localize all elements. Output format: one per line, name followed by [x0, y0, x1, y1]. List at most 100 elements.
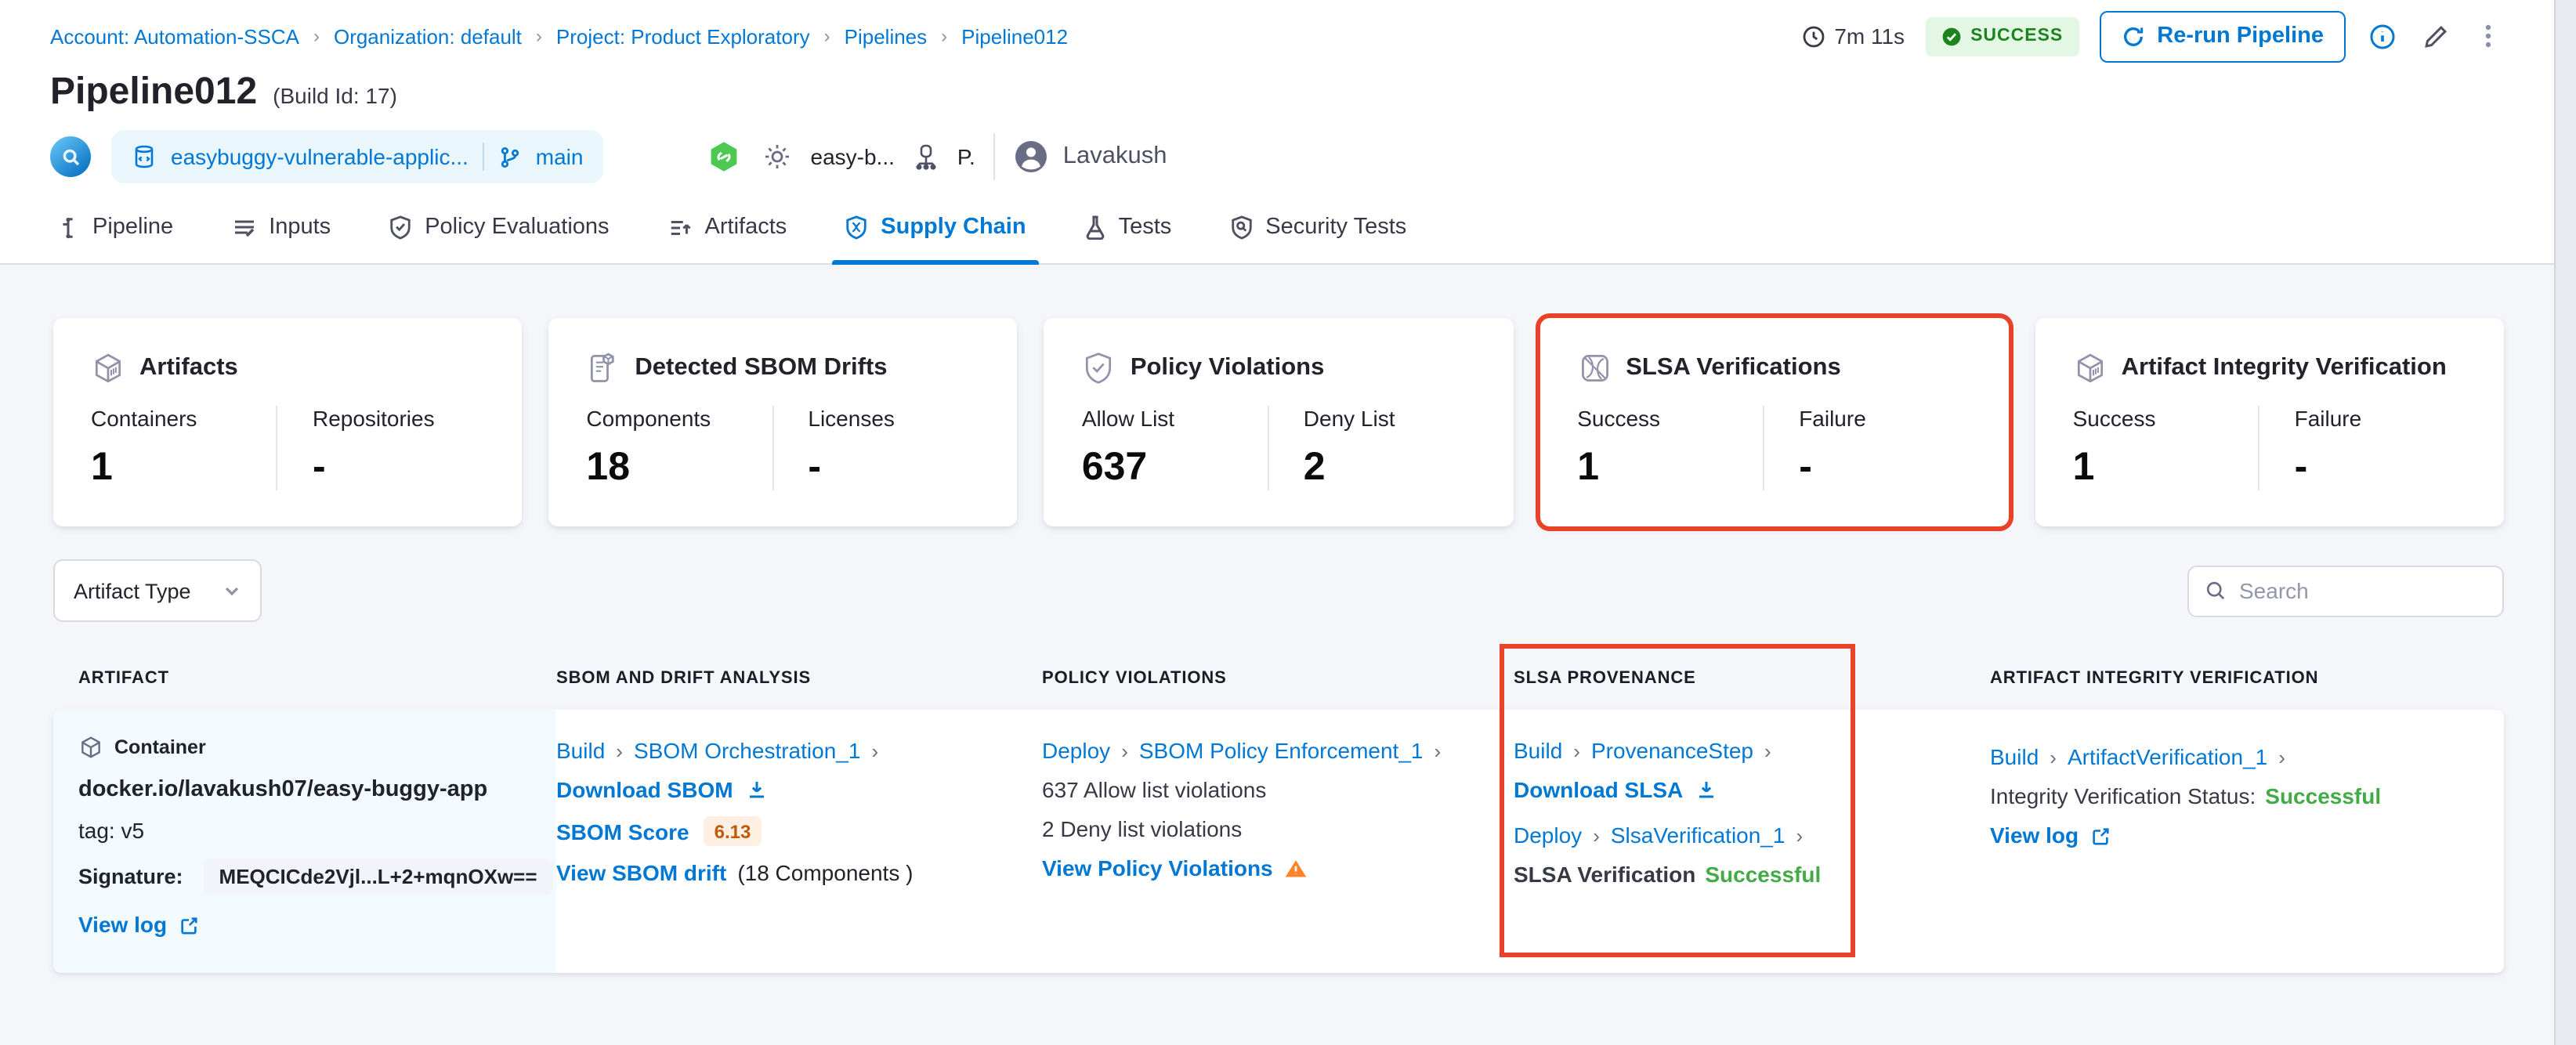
cube-icon [91, 351, 125, 385]
download-slsa-link[interactable]: Download SLSA [1514, 777, 1683, 802]
git-branch-icon [498, 145, 522, 168]
summary-cards: Artifacts Containers 1 Repositories - Dete… [53, 313, 2505, 531]
cell-slsa-provenance: Build › ProvenanceStep › Download SLSA D… [1514, 738, 1822, 887]
external-link-icon [2089, 825, 2110, 845]
view-sbom-drift-link[interactable]: View SBOM drift [556, 860, 726, 885]
sbom-step-link[interactable]: SBOM Orchestration_1 [634, 738, 860, 763]
table-header-row: ARTIFACT SBOM AND DRIFT ANALYSIS POLICY … [53, 660, 2504, 710]
clock-icon [1801, 24, 1825, 48]
metric-label: Allow List [1081, 406, 1175, 431]
tab-inputs[interactable]: Inputs [228, 193, 334, 263]
card-artifact-integrity: Artifact Integrity Verification Success 1… [2035, 318, 2505, 526]
metric-value: - [2294, 445, 2308, 489]
slsa-step1-link[interactable]: ProvenanceStep [1591, 738, 1753, 763]
user-avatar-icon [1015, 139, 1049, 174]
breadcrumb-pipeline012[interactable]: Pipeline012 [961, 24, 1068, 48]
metric-label: Success [1577, 406, 1661, 431]
card-sbom-drifts: Detected SBOM Drifts Components 18 Licens… [548, 318, 1018, 526]
signature-value[interactable]: MEQCICde2Vjl...L+2+mqnOXw== [203, 859, 553, 895]
edit-pencil-icon[interactable] [2419, 20, 2452, 52]
slsa-status-label: SLSA Verification [1514, 862, 1696, 887]
view-log-link[interactable]: View log [1990, 823, 2079, 848]
slsa-shield-icon [1577, 351, 1612, 385]
delegate-name: P. [957, 144, 975, 169]
breadcrumb-separator: › [313, 25, 320, 47]
slsa-stage2-link[interactable]: Deploy [1514, 823, 1582, 848]
breadcrumb-separator: › [535, 25, 542, 47]
download-icon [746, 779, 768, 801]
policy-stage-link[interactable]: Deploy [1042, 738, 1110, 763]
card-title: Artifacts [139, 354, 238, 381]
artifact-tag: tag: v5 [78, 818, 145, 843]
chevron-down-icon [223, 581, 241, 600]
card-slsa-verifications: SLSA Verifications Success 1 Failure - [1535, 313, 2013, 531]
search-icon [2205, 580, 2227, 602]
refresh-icon [2121, 24, 2144, 48]
integrity-stage-link[interactable]: Build [1990, 744, 2039, 769]
breadcrumb-pipelines[interactable]: Pipelines [845, 24, 928, 48]
repository-icon [132, 144, 157, 169]
rerun-pipeline-button[interactable]: Re-run Pipeline [2099, 10, 2346, 62]
metric-label: Deny List [1303, 406, 1395, 431]
column-header-artifact: ARTIFACT [78, 669, 169, 688]
sbom-score-badge: 6.13 [703, 816, 762, 846]
card-title: Detected SBOM Drifts [635, 354, 888, 381]
search-box [2187, 565, 2523, 617]
run-duration: 7m 11s [1801, 24, 1905, 49]
build-id: (Build Id: 17) [273, 83, 397, 108]
trigger-name: easy-b... [810, 144, 895, 169]
metric-value: 637 [1081, 445, 1148, 489]
kebab-menu-icon[interactable] [2473, 19, 2504, 53]
check-circle-icon [1941, 26, 1961, 46]
tab-artifacts[interactable]: Artifacts [664, 193, 791, 263]
slsa-step2-link[interactable]: SlsaVerification_1 [1611, 823, 1785, 848]
artifacts-table: ARTIFACT SBOM AND DRIFT ANALYSIS POLICY … [53, 644, 2504, 973]
tab-supply-chain[interactable]: Supply Chain [832, 193, 1038, 265]
view-policy-violations-link[interactable]: View Policy Violations [1042, 855, 1273, 880]
integrity-status-value: Successful [2265, 783, 2382, 808]
metric-label: Licenses [808, 406, 895, 431]
sbom-score-link[interactable]: SBOM Score [556, 819, 689, 844]
tab-pipeline[interactable]: Pipeline [53, 193, 176, 263]
policy-step-link[interactable]: SBOM Policy Enforcement_1 [1139, 738, 1424, 763]
repo-name-link[interactable]: easybuggy-vulnerable-applic... [171, 144, 469, 169]
sbom-stage-link[interactable]: Build [556, 738, 605, 763]
tab-security-tests[interactable]: Security Tests [1226, 193, 1409, 263]
breadcrumb-project[interactable]: Project: Product Exploratory [556, 24, 810, 48]
tab-tests[interactable]: Tests [1081, 193, 1175, 263]
supply-chain-content: Artifacts Containers 1 Repositories - Dete… [0, 265, 2576, 973]
meta-divider [993, 133, 996, 180]
shield-scan-icon [1229, 215, 1253, 240]
breadcrumb-organization[interactable]: Organization: default [334, 24, 522, 48]
scrollbar-gutter[interactable] [2554, 0, 2576, 1045]
cell-artifact: Container docker.io/lavakush07/easy-bugg… [53, 710, 556, 973]
triggered-by-user: Lavakush [1015, 139, 1167, 174]
info-icon[interactable] [2366, 20, 2399, 52]
view-log-link[interactable]: View log [78, 912, 167, 937]
user-name: Lavakush [1062, 143, 1167, 169]
artifacts-list-icon [668, 215, 693, 239]
tab-policy-evaluations[interactable]: Policy Evaluations [385, 193, 612, 263]
branch-link[interactable]: main [536, 144, 584, 169]
sbom-drift-components: (18 Components ) [737, 860, 914, 885]
status-badge: SUCCESS [1925, 16, 2079, 56]
metric-value: 1 [1577, 445, 1600, 489]
search-input[interactable] [2239, 578, 2523, 603]
supply-chain-page: Account: Automation-SSCA › Organization: … [0, 0, 2576, 1045]
artifact-name: docker.io/lavakush07/easy-buggy-app [78, 777, 488, 802]
metric-label: Components [586, 406, 711, 431]
breadcrumb-account[interactable]: Account: Automation-SSCA [50, 24, 299, 48]
cell-artifact-integrity: Build › ArtifactVerification_1 › Integri… [1990, 744, 2382, 848]
artifact-type-dropdown[interactable]: Artifact Type [53, 559, 262, 622]
integrity-step-link[interactable]: ArtifactVerification_1 [2068, 744, 2267, 769]
slsa-stage1-link[interactable]: Build [1514, 738, 1562, 763]
metric-value: 2 [1303, 445, 1326, 489]
metric-value: - [808, 445, 822, 489]
card-title: Artifact Integrity Verification [2121, 354, 2447, 381]
download-icon [1695, 779, 1717, 801]
download-sbom-link[interactable]: Download SBOM [556, 777, 733, 802]
metric-value: 18 [586, 445, 631, 489]
card-artifacts: Artifacts Containers 1 Repositories - [53, 318, 523, 526]
sliders-icon [231, 215, 256, 240]
column-header-artifact-integrity: ARTIFACT INTEGRITY VERIFICATION [1990, 669, 2319, 688]
